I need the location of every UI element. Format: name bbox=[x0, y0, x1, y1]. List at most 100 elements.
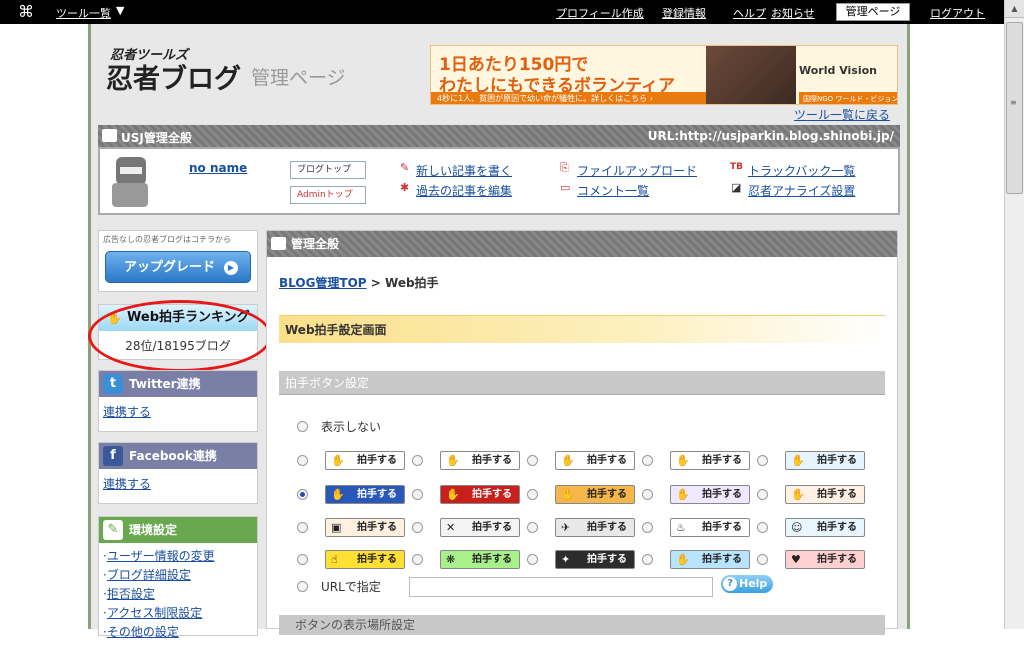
twitter-connect-link[interactable]: 連携する bbox=[99, 397, 257, 426]
clap-icon: ✋ bbox=[331, 488, 345, 501]
url-input[interactable] bbox=[409, 577, 713, 597]
radio-clap-10[interactable] bbox=[757, 489, 768, 500]
logout-link[interactable]: ログアウト bbox=[930, 5, 985, 21]
past-posts-link[interactable]: 過去の記事を編集 bbox=[416, 182, 512, 199]
clap-button-style-3[interactable]: ✋ 拍手する bbox=[555, 451, 635, 470]
clap-button-style-20[interactable]: ♥ 拍手する bbox=[785, 550, 865, 569]
clap-button-style-19[interactable]: ✋ 拍手する bbox=[670, 550, 750, 569]
edit-icon: ✎ bbox=[400, 161, 410, 174]
top-nav-bar: ⌘ ツール一覧 ▼ プロフィール作成 登録情報 ヘルプ お知らせ 管理ページ ロ… bbox=[0, 0, 1004, 24]
display-position-bar: ボタンの表示場所設定 bbox=[279, 615, 885, 635]
clap-button-style-15[interactable]: ☺ 拍手する bbox=[785, 518, 865, 537]
facebook-connect-link[interactable]: 連携する bbox=[99, 469, 257, 498]
radio-clap-6[interactable] bbox=[297, 489, 308, 500]
ad-banner[interactable]: 1日あたり150円で わたしにもできるボランティア 4秒に1人、貧困が原因で幼い… bbox=[430, 45, 898, 105]
file-upload-link[interactable]: ファイルアップロード bbox=[577, 162, 697, 179]
env-item-reject[interactable]: ·拒否設定 bbox=[103, 585, 253, 604]
site-url: URL:http://usjparkin.blog.shinobi.jp/ bbox=[647, 129, 894, 143]
radio-clap-4[interactable] bbox=[642, 455, 653, 466]
clap-button-style-6[interactable]: ✋ 拍手する bbox=[325, 485, 405, 504]
radio-clap-16[interactable] bbox=[297, 554, 308, 565]
trackbacks-link[interactable]: トラックバック一覧 bbox=[748, 162, 855, 179]
radio-clap-12[interactable] bbox=[412, 522, 423, 533]
profile-link[interactable]: プロフィール作成 bbox=[556, 5, 644, 21]
analyze-link[interactable]: 忍者アナライズ設置 bbox=[748, 182, 855, 199]
tool-list-link[interactable]: ツール一覧 bbox=[56, 5, 111, 21]
upgrade-button[interactable]: アップグレード ▶ bbox=[105, 251, 251, 283]
clap-icon: ✋ bbox=[561, 454, 575, 467]
register-info-link[interactable]: 登録情報 bbox=[662, 5, 706, 21]
env-item-user[interactable]: ·ユーザー情報の変更 bbox=[103, 547, 253, 566]
clap-button-style-12[interactable]: ✕ 拍手する bbox=[440, 518, 520, 537]
radio-clap-8[interactable] bbox=[527, 489, 538, 500]
radio-clap-11[interactable] bbox=[297, 522, 308, 533]
brand-logo[interactable]: 忍者ブログ bbox=[106, 57, 241, 96]
new-post-link[interactable]: 新しい記事を書く bbox=[416, 162, 512, 179]
env-item-other[interactable]: ·その他の設定 bbox=[103, 623, 253, 642]
env-item-blog-detail[interactable]: ·ブログ詳細設定 bbox=[103, 566, 253, 585]
radio-clap-15[interactable] bbox=[757, 522, 768, 533]
radio-clap-19[interactable] bbox=[642, 554, 653, 565]
blog-top-button[interactable]: ブログトップ bbox=[290, 161, 366, 179]
sidebar: 広告なしの忍者ブログはコチラから アップグレード ▶ ✋ Web拍手ランキング 2… bbox=[88, 230, 272, 639]
twitter-box: t Twitter連携 連携する bbox=[98, 370, 258, 432]
radio-clap-2[interactable] bbox=[412, 455, 423, 466]
clap-button-style-1[interactable]: ✋ 拍手する bbox=[325, 451, 405, 470]
clap-button-style-9[interactable]: ✋ 拍手する bbox=[670, 485, 750, 504]
scrollbar-thumb[interactable] bbox=[1006, 22, 1023, 194]
radio-clap-7[interactable] bbox=[412, 489, 423, 500]
clap-button-style-10[interactable]: ✋ 拍手する bbox=[785, 485, 865, 504]
admin-top-button[interactable]: Adminトップ bbox=[290, 186, 366, 204]
clap-button-style-13[interactable]: ✈ 拍手する bbox=[555, 518, 635, 537]
user-name-link[interactable]: no name bbox=[189, 161, 247, 175]
highlight-oval bbox=[88, 300, 272, 372]
radio-clap-9[interactable] bbox=[642, 489, 653, 500]
clap-label: 拍手する bbox=[702, 522, 742, 533]
clap-button-style-4[interactable]: ✋ 拍手する bbox=[670, 451, 750, 470]
clap-label: 拍手する bbox=[357, 522, 397, 533]
radio-clap-18[interactable] bbox=[527, 554, 538, 565]
clap-label: 拍手する bbox=[817, 455, 857, 466]
radio-clap-20[interactable] bbox=[757, 554, 768, 565]
scroll-up-icon[interactable]: ▲ bbox=[1005, 0, 1024, 18]
help-link[interactable]: ヘルプ bbox=[733, 5, 766, 21]
clap-label: 拍手する bbox=[472, 489, 512, 500]
clap-label: 拍手する bbox=[357, 489, 397, 500]
env-item-access[interactable]: ·アクセス制限設定 bbox=[103, 604, 253, 623]
help-button[interactable]: ? Help bbox=[721, 575, 773, 593]
radio-clap-17[interactable] bbox=[412, 554, 423, 565]
clap-button-style-2[interactable]: ✋ 拍手する bbox=[440, 451, 520, 470]
news-link[interactable]: お知らせ bbox=[771, 5, 815, 21]
clap-button-style-11[interactable]: ▣ 拍手する bbox=[325, 518, 405, 537]
env-header: ✎ 環境設定 bbox=[99, 517, 257, 543]
clap-button-style-14[interactable]: ♨ 拍手する bbox=[670, 518, 750, 537]
comments-link[interactable]: コメント一覧 bbox=[577, 182, 649, 199]
ninja-logo-icon[interactable]: ⌘ bbox=[18, 3, 36, 21]
clap-button-style-18[interactable]: ✦ 拍手する bbox=[555, 550, 635, 569]
tool-list-back-link[interactable]: ツール一覧に戻る bbox=[794, 106, 890, 123]
clap-button-style-7[interactable]: ✋ 拍手する bbox=[440, 485, 520, 504]
radio-clap-14[interactable] bbox=[642, 522, 653, 533]
scrollbar[interactable]: ▲ ≡ bbox=[1004, 0, 1024, 629]
clap-label: 拍手する bbox=[702, 554, 742, 565]
radio-clap-1[interactable] bbox=[297, 455, 308, 466]
admin-page-button[interactable]: 管理ページ bbox=[836, 3, 910, 21]
question-icon: ? bbox=[723, 577, 737, 591]
clap-button-style-17[interactable]: ❋ 拍手する bbox=[440, 550, 520, 569]
radio-clap-5[interactable] bbox=[757, 455, 768, 466]
breadcrumb-link[interactable]: BLOG管理TOP bbox=[279, 276, 367, 290]
radio-clap-3[interactable] bbox=[527, 455, 538, 466]
radio-clap-13[interactable] bbox=[527, 522, 538, 533]
arrow-right-icon: ▶ bbox=[224, 261, 238, 275]
chevron-down-icon[interactable]: ▼ bbox=[116, 4, 124, 17]
clap-label: 拍手する bbox=[702, 455, 742, 466]
clap-icon: ✋ bbox=[676, 488, 690, 501]
clap-button-style-5[interactable]: ✋ 拍手する bbox=[785, 451, 865, 470]
clap-label: 拍手する bbox=[702, 489, 742, 500]
clap-button-style-16[interactable]: ☝ 拍手する bbox=[325, 550, 405, 569]
upgrade-caption: 広告なしの忍者ブログはコチラから bbox=[103, 235, 231, 244]
radio-url[interactable] bbox=[297, 581, 308, 592]
ninja-avatar bbox=[108, 157, 152, 209]
clap-button-style-8[interactable]: ✋ 拍手する bbox=[555, 485, 635, 504]
radio-hide[interactable] bbox=[297, 421, 308, 432]
